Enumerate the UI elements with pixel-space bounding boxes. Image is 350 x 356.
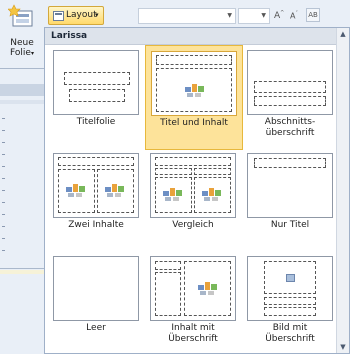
title-placeholder	[155, 157, 231, 166]
ruler-tick	[2, 166, 5, 167]
font-name-box[interactable]: ▼	[138, 8, 236, 24]
scroll-up-icon[interactable]: ▲	[337, 28, 349, 40]
ruler-tick	[2, 250, 5, 251]
text-placeholder	[254, 96, 326, 106]
layout-gallery: Larissa ▲ ▼ Titelfolie Titel und Inhalt	[44, 27, 350, 354]
layout-thumbnail	[247, 256, 333, 321]
ribbon-top: Layout ▾ ▼ ▼ A^ Aˇ AB	[44, 0, 350, 30]
layout-label: Inhalt mit Überschrift	[168, 323, 218, 344]
new-slide-button[interactable]: Neue Folie▾	[0, 38, 44, 59]
layout-thumbnail	[247, 153, 333, 218]
font-size-box[interactable]: ▼	[238, 8, 270, 24]
title-placeholder	[58, 157, 134, 166]
layout-tile-titel-und-inhalt[interactable]: Titel und Inhalt	[145, 45, 243, 150]
ruler-tick	[2, 226, 5, 227]
layout-thumbnail	[150, 153, 236, 218]
chevron-down-icon: ▼	[227, 12, 232, 19]
layout-thumbnail	[151, 51, 237, 116]
grow-font-button[interactable]: A^	[274, 10, 284, 21]
ruler-tick	[2, 118, 5, 119]
layout-tile-bild-mit-ueberschrift[interactable]: Bild mit Überschrift	[242, 251, 340, 356]
content-icons	[105, 183, 125, 197]
title-placeholder	[264, 297, 316, 305]
ruler-tick	[2, 190, 5, 191]
divider	[0, 68, 44, 69]
clear-format-button[interactable]: AB	[306, 8, 320, 22]
shrink-font-button[interactable]: Aˇ	[290, 11, 298, 21]
layout-label: Bild mit Überschrift	[265, 323, 315, 344]
layout-thumbnail	[53, 50, 139, 115]
text-placeholder	[264, 307, 316, 316]
ruler-tick	[2, 214, 5, 215]
layout-tile-abschnittsueberschrift[interactable]: Abschnitts- überschrift	[242, 45, 340, 150]
layout-label: Abschnitts- überschrift	[264, 117, 316, 138]
layout-label: Leer	[86, 323, 106, 333]
content-icons	[66, 183, 86, 197]
content-icons	[163, 187, 183, 201]
layout-tile-titelfolie[interactable]: Titelfolie	[48, 45, 146, 150]
layout-tile-leer[interactable]: Leer	[48, 251, 146, 356]
layout-label: Vergleich	[172, 220, 214, 230]
ruler-tick	[2, 178, 5, 179]
ruler-band	[0, 84, 44, 96]
ruler-tick	[2, 130, 5, 131]
chevron-down-icon: ▾	[95, 11, 99, 19]
ruler-tick	[2, 142, 5, 143]
layout-tile-nur-titel[interactable]: Nur Titel	[242, 148, 340, 253]
layout-label: Titelfolie	[76, 117, 116, 127]
layout-thumbnail	[53, 256, 139, 321]
content-icons	[198, 281, 218, 295]
title-placeholder	[254, 81, 326, 93]
title-placeholder	[254, 158, 326, 168]
title-placeholder	[64, 72, 130, 85]
title-placeholder	[156, 55, 232, 65]
new-slide-chevron-down-icon: ▾	[30, 50, 34, 57]
new-slide-icon[interactable]	[7, 4, 34, 30]
layout-thumbnail	[150, 256, 236, 321]
layout-thumbnail	[247, 50, 333, 115]
gallery-header: Larissa	[45, 28, 337, 45]
layout-tile-vergleich[interactable]: Vergleich	[145, 148, 243, 253]
ruler-band	[0, 100, 44, 104]
layout-button[interactable]: Layout ▾	[48, 6, 104, 25]
content-icons	[185, 83, 205, 97]
content-icons	[202, 187, 222, 201]
divider	[0, 268, 44, 269]
subtitle-placeholder	[69, 89, 125, 102]
picture-icon	[286, 274, 295, 282]
ruler-tick	[2, 154, 5, 155]
title-placeholder	[155, 261, 181, 270]
heading-left-placeholder	[155, 168, 192, 175]
layout-label: Layout	[66, 10, 97, 20]
layout-tile-zwei-inhalte[interactable]: Zwei Inhalte	[48, 148, 146, 253]
clear-format-icon: AB	[308, 11, 318, 19]
layout-label: Nur Titel	[270, 220, 310, 230]
ribbon-left-strip: Neue Folie▾	[0, 0, 45, 354]
text-placeholder	[155, 272, 181, 316]
layout-label: Zwei Inhalte	[68, 220, 124, 230]
ruler-tick	[2, 238, 5, 239]
ruler-tick	[2, 202, 5, 203]
ruler-band	[0, 270, 44, 274]
heading-right-placeholder	[194, 168, 231, 175]
layout-tile-inhalt-mit-ueberschrift[interactable]: Inhalt mit Überschrift	[145, 251, 243, 356]
layout-icon	[53, 11, 64, 21]
layout-label: Titel und Inhalt	[160, 118, 228, 128]
chevron-down-icon: ▼	[261, 12, 266, 19]
layout-thumbnail	[53, 153, 139, 218]
